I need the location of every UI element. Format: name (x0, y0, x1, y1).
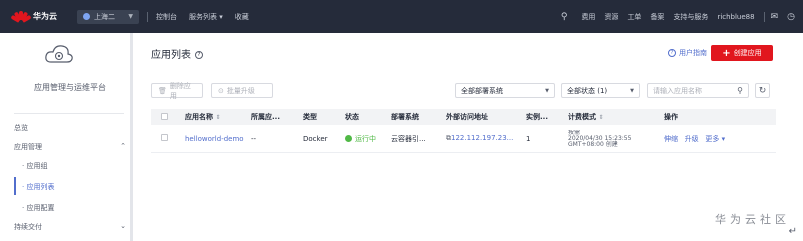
sidebar-group-label: 持续交付 (14, 223, 42, 231)
delete-app-button[interactable]: 🗑 删除应用 (151, 82, 203, 100)
nav-support[interactable]: 支持与服务 (673, 12, 708, 22)
create-app-button[interactable]: + 创建应用 (711, 45, 773, 61)
sidebar-group-continuous-delivery[interactable]: 持续交付 ⌄ (14, 222, 126, 232)
username[interactable]: richblue88 (717, 13, 754, 21)
search-icon[interactable]: ⚲ (561, 12, 568, 22)
col-app-name[interactable]: 应用名称 ⇕ (175, 112, 251, 122)
question-icon: ? (668, 49, 676, 57)
huawei-flower-icon (9, 10, 32, 23)
clock-icon[interactable]: ◷ (787, 12, 795, 22)
sidebar-item-app-list[interactable]: · 应用列表 (22, 182, 54, 192)
return-arrow-icon: ↵ (788, 226, 797, 237)
location-pin-icon (83, 13, 90, 20)
app-group: -- (251, 134, 257, 143)
scale-action[interactable]: 伸缩 (664, 135, 678, 143)
page-title: 应用列表? (151, 46, 203, 61)
batch-upgrade-button[interactable]: ⊙ 批量升级 (211, 83, 273, 98)
toolbar: 🗑 删除应用 ⊙ 批量升级 全部部署系统 ▼ 全部状态 (1) ▼ 请输入应用名称 ⚲ ↻ (151, 82, 776, 101)
status-filter[interactable]: 全部状态 (1) ▼ (561, 83, 640, 98)
cloud-gear-icon (45, 45, 73, 63)
col-type: 类型 (303, 113, 317, 121)
chevron-down-icon: ▼ (128, 13, 133, 20)
more-action[interactable]: 更多 ▾ (705, 135, 725, 143)
divider (147, 11, 148, 22)
external-address-link[interactable]: ⧉122.112.197.23... (446, 134, 526, 143)
sidebar-item-overview[interactable]: 总览 (14, 123, 28, 133)
sidebar-item-app-config[interactable]: · 应用配置 (22, 203, 54, 213)
region-selector[interactable]: 上海二 ▼ (77, 9, 139, 24)
sidebar-title: 应用管理与运维平台 (34, 83, 106, 92)
deploy-system: 云容器引... (391, 134, 426, 143)
deploy-system-filter[interactable]: 全部部署系统 ▼ (455, 83, 555, 98)
col-status: 状态 (345, 113, 359, 121)
divider (763, 11, 765, 22)
nav-billing[interactable]: 费用 (581, 12, 595, 22)
watermark: 华为云社区 (715, 213, 790, 226)
instance-count: 1 (526, 134, 531, 143)
app-name-link[interactable]: helloworld-demo (175, 135, 251, 143)
nav-tickets[interactable]: 工单 (627, 12, 641, 22)
upgrade-icon: ⊙ (218, 86, 224, 95)
region-label: 上海二 (94, 12, 115, 21)
app-type: Docker (303, 134, 328, 143)
col-actions: 操作 (664, 113, 678, 121)
upgrade-action[interactable]: 升级 (685, 135, 699, 143)
sort-icon: ⇕ (598, 114, 604, 121)
top-navigation-bar: 华为云 上海二 ▼ 控制台 服务列表 ▾ 收藏 ⚲ 费用 资源 工单 备案 支持… (0, 0, 803, 33)
search-input[interactable]: 请输入应用名称 ⚲ (647, 83, 749, 98)
running-status-icon (345, 135, 352, 142)
caret-down-icon: ▼ (630, 87, 634, 94)
sidebar: 应用管理与运维平台 总览 应用管理 ⌃ · 应用组 · 应用列表 · 应用配置 … (0, 33, 133, 241)
search-icon: ⚲ (737, 86, 743, 95)
brand-name: 华为云 (33, 12, 57, 21)
col-instances: 实例... (526, 113, 548, 121)
sidebar-item-app-group[interactable]: · 应用组 (22, 161, 47, 171)
col-deploy-system: 部署系统 (391, 113, 419, 121)
plus-icon: + (722, 47, 731, 59)
col-group: 所属应... (251, 113, 280, 121)
select-all-checkbox[interactable] (161, 112, 168, 120)
active-indicator (14, 177, 16, 195)
caret-down-icon: ▼ (545, 87, 549, 94)
divider (14, 113, 124, 114)
table-header: 应用名称 ⇕ 所属应... 类型 状态 部署系统 外部访问地址 实例... 计费… (151, 109, 776, 125)
status-badge: 运行中 (345, 134, 391, 144)
sidebar-group-app-management[interactable]: 应用管理 ⌃ (14, 142, 126, 152)
nav-filing[interactable]: 备案 (650, 12, 664, 22)
table-row: helloworld-demo -- Docker 运行中 云容器引... ⧉1… (151, 125, 776, 153)
col-external-address: 外部访问地址 (446, 113, 488, 121)
col-billing[interactable]: 计费模式 ⇕ (568, 112, 664, 122)
nav-console[interactable]: 控制台 (156, 12, 177, 22)
main-content: 应用列表? ? 用户指南 + 创建应用 🗑 删除应用 ⊙ 批量升级 全部部署系统 ▼ … (136, 33, 803, 241)
chevron-up-icon: ⌃ (120, 142, 126, 150)
mail-icon[interactable]: ✉ (771, 12, 779, 22)
refresh-icon: ↻ (758, 85, 767, 96)
nav-favorites[interactable]: 收藏 (235, 12, 249, 22)
huawei-cloud-logo[interactable]: 华为云 (9, 10, 57, 23)
refresh-button[interactable]: ↻ (755, 83, 770, 98)
help-icon[interactable]: ? (195, 51, 203, 59)
billing-info: 按需 2020/04/30 15:23:55 GMT+08:00 创建 (568, 129, 632, 148)
sidebar-group-label: 应用管理 (14, 143, 42, 151)
user-guide-link[interactable]: ? 用户指南 (668, 48, 707, 58)
sort-icon: ⇕ (215, 114, 221, 121)
trash-icon: 🗑 (158, 86, 167, 95)
app-table: 应用名称 ⇕ 所属应... 类型 状态 部署系统 外部访问地址 实例... 计费… (151, 109, 776, 153)
row-checkbox[interactable] (161, 134, 168, 141)
chevron-down-icon: ⌄ (120, 222, 126, 230)
nav-service-list[interactable]: 服务列表 ▾ (189, 12, 223, 22)
nav-resources[interactable]: 资源 (604, 12, 618, 22)
row-actions: 伸缩 升级 更多 ▾ (664, 134, 760, 144)
